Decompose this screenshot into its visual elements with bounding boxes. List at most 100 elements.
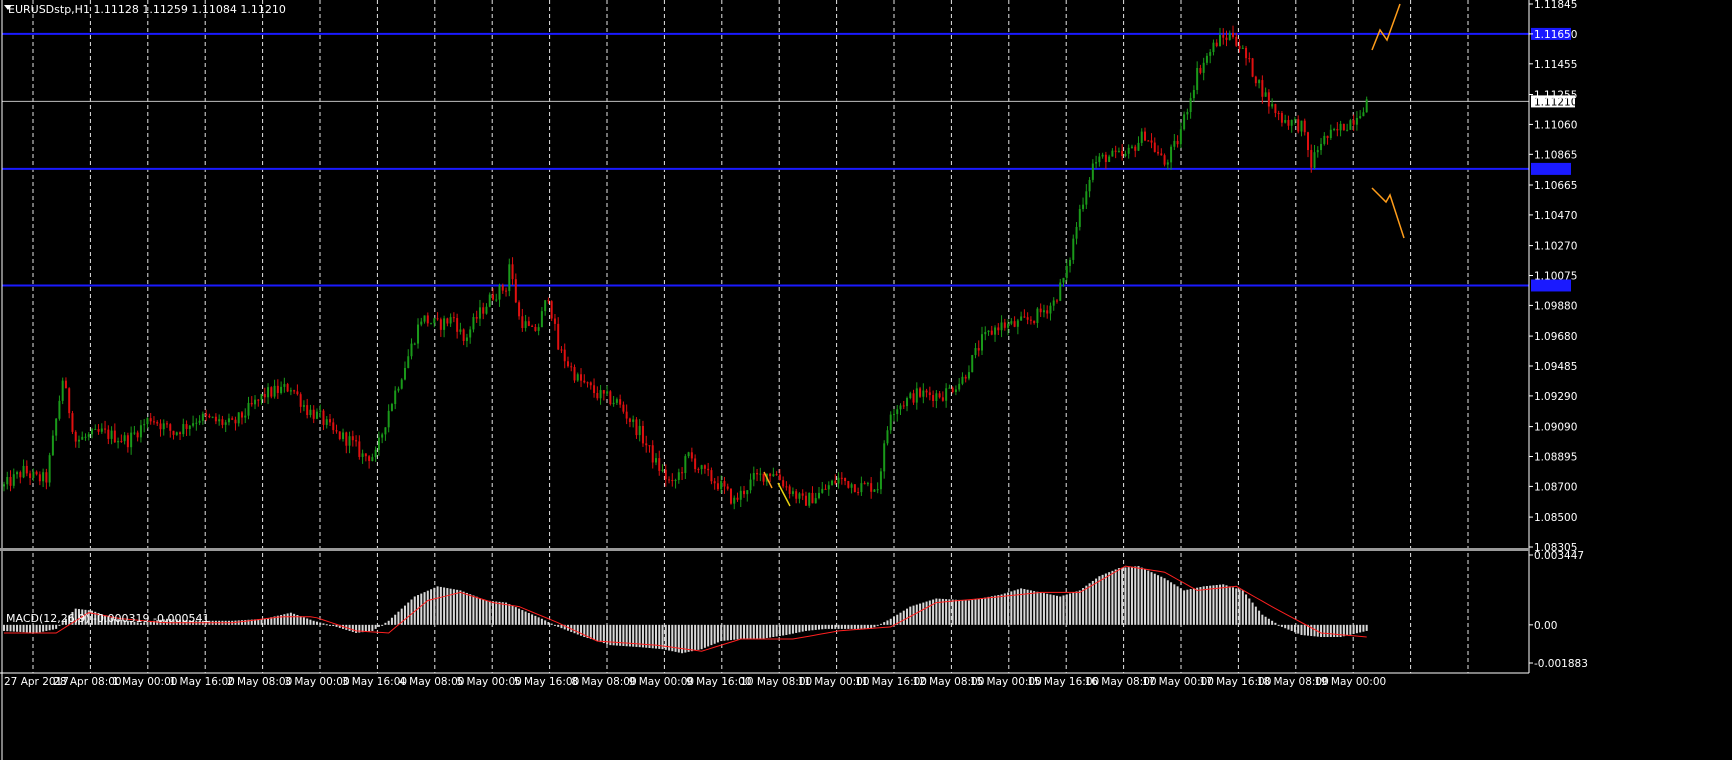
candle-body — [628, 418, 631, 422]
candle-body — [113, 430, 116, 443]
macd-histogram-bar — [1176, 586, 1179, 625]
candle-body — [1082, 204, 1085, 210]
macd-histogram-bar — [827, 624, 830, 629]
macd-histogram-bar — [1352, 624, 1355, 634]
macd-histogram-bar — [1365, 624, 1368, 631]
candle-body — [1346, 129, 1349, 131]
candle-body — [1023, 316, 1026, 318]
price-axis-label: 1.11455 — [1534, 59, 1577, 71]
macd-histogram-bar — [42, 624, 45, 632]
candle-body — [1153, 142, 1156, 152]
candle-body — [857, 492, 860, 494]
macd-histogram-bar — [1033, 591, 1036, 625]
candle-body — [224, 422, 227, 425]
macd-histogram-bar — [501, 602, 504, 625]
candle-body — [1111, 150, 1114, 157]
candle-body — [166, 423, 168, 425]
macd-histogram-bar — [1297, 624, 1300, 634]
candle-body — [772, 474, 775, 477]
macd-histogram-bar — [1111, 570, 1114, 625]
macd-histogram-bar — [1010, 591, 1013, 625]
candle-body — [514, 279, 517, 303]
candle-body — [25, 465, 28, 474]
macd-histogram-bar — [1049, 594, 1052, 625]
price-axis-label: 1.08500 — [1534, 512, 1577, 524]
candle-body — [769, 473, 772, 477]
macd-histogram-bar — [1235, 588, 1238, 625]
candle-body — [749, 479, 752, 491]
macd-histogram-bar — [456, 589, 459, 625]
candle-body — [1055, 300, 1058, 302]
macd-histogram-bar — [863, 624, 866, 629]
macd-histogram-bar — [1346, 624, 1349, 636]
candle-body — [472, 317, 475, 330]
candle-body — [609, 391, 612, 405]
macd-histogram-bar — [51, 624, 54, 630]
candle-body — [1297, 119, 1300, 132]
macd-histogram-bar — [329, 624, 331, 626]
candle-body — [925, 390, 928, 393]
candle-body — [280, 386, 283, 393]
candle-body — [1336, 129, 1339, 131]
candle-body — [785, 486, 788, 488]
macd-histogram-bar — [997, 595, 1000, 625]
candle-body — [1261, 80, 1264, 97]
panel-separator[interactable] — [0, 548, 1529, 551]
candle-body — [981, 334, 983, 351]
price-chart[interactable]: 1.11210 27 Apr 201728 Apr 08:001 May 00:… — [0, 0, 1732, 760]
mt4-chart-window[interactable]: 1.11210 27 Apr 2017 28 Apr 08:00 1 May 00:… — [0, 0, 1732, 760]
macd-histogram-bar — [527, 612, 530, 625]
candle-body — [801, 493, 804, 496]
candle-body — [247, 402, 250, 416]
candle-body — [808, 492, 811, 506]
candle-body — [687, 452, 690, 457]
price-axis-label: 1.11845 — [1534, 0, 1577, 11]
candle-body — [902, 405, 905, 407]
macd-histogram-bar — [260, 618, 263, 625]
candle-body — [1287, 120, 1290, 126]
candle-body — [1114, 150, 1117, 152]
candle-body — [990, 330, 993, 335]
macd-histogram-bar — [974, 599, 977, 625]
price-axis-label: 1.10865 — [1534, 149, 1577, 161]
candle-body — [172, 430, 175, 435]
candle-body — [74, 431, 77, 442]
macd-histogram-bar — [844, 624, 847, 629]
candle-body — [632, 419, 635, 422]
macd-histogram-bar — [984, 597, 987, 625]
candle-body — [625, 411, 628, 419]
candle-body — [1284, 120, 1287, 123]
macd-histogram-bar — [1287, 624, 1290, 630]
macd-histogram-bar — [443, 587, 446, 625]
candle-body — [296, 391, 299, 395]
macd-histogram-bar — [778, 624, 781, 636]
candle-body — [729, 488, 732, 504]
macd-histogram-bar — [1108, 572, 1111, 625]
macd-histogram-bar — [508, 604, 511, 625]
macd-histogram-bar — [283, 614, 286, 625]
candle-body — [182, 424, 185, 435]
candle-body — [439, 319, 442, 330]
candle-body — [267, 387, 270, 398]
candle-body — [1316, 150, 1319, 153]
macd-histogram-bar — [293, 613, 296, 625]
candle-body — [110, 430, 113, 439]
candle-body — [967, 372, 970, 379]
candle-body — [332, 422, 335, 431]
macd-histogram-bar — [492, 601, 494, 625]
macd-histogram-bar — [697, 624, 700, 650]
macd-histogram-bar — [961, 600, 964, 625]
candle-body — [84, 436, 87, 438]
candle-body — [1173, 140, 1176, 147]
macd-histogram-bar — [1202, 586, 1205, 625]
candle-body — [149, 418, 152, 422]
macd-histogram-bar — [1020, 588, 1023, 625]
candle-body — [870, 483, 873, 492]
candle-body — [1183, 114, 1186, 130]
macd-histogram-bar — [1137, 566, 1140, 625]
macd-histogram-bar — [1303, 624, 1306, 636]
candle-body — [254, 399, 257, 405]
candle-body — [798, 493, 801, 499]
candle-body — [205, 413, 208, 416]
candle-body — [1121, 150, 1124, 157]
